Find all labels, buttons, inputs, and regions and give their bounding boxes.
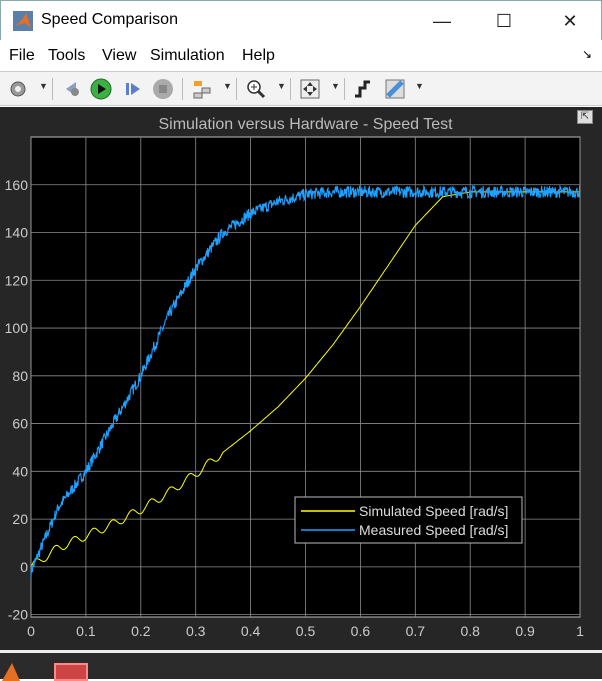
simulink-app-icon[interactable] xyxy=(54,663,88,681)
matlab-logo-icon xyxy=(13,11,33,31)
y-tick-label: 20 xyxy=(12,511,28,527)
chevron-down-icon[interactable]: ▼ xyxy=(223,81,232,91)
divider xyxy=(290,78,291,100)
scope-chart: Simulation versus Hardware - Speed Test 0… xyxy=(5,116,584,639)
divider xyxy=(182,78,183,100)
x-tick-label: 1 xyxy=(576,623,584,639)
run-icon[interactable] xyxy=(89,77,113,101)
y-tick-label: 80 xyxy=(12,368,28,384)
triggers-icon[interactable] xyxy=(350,77,374,101)
y-tick-label: 120 xyxy=(5,272,29,288)
stop-icon[interactable] xyxy=(151,77,175,101)
divider xyxy=(236,78,237,100)
y-tick-label: 60 xyxy=(12,416,28,432)
y-tick-label: 100 xyxy=(5,320,29,336)
y-tick-label: 0 xyxy=(20,559,28,575)
x-tick-label: 0.5 xyxy=(296,623,316,639)
y-tick-label: -20 xyxy=(8,607,28,623)
maximize-button[interactable]: ☐ xyxy=(481,1,527,41)
chevron-down-icon[interactable]: ▼ xyxy=(39,81,48,91)
chart-title: Simulation versus Hardware - Speed Test xyxy=(158,116,453,133)
menu-help[interactable]: Help xyxy=(242,47,275,65)
step-forward-icon[interactable] xyxy=(121,77,145,101)
minimize-button[interactable]: — xyxy=(419,1,465,41)
menu-view[interactable]: View xyxy=(102,47,136,65)
x-tick-label: 0.3 xyxy=(186,623,206,639)
chevron-down-icon[interactable]: ▼ xyxy=(277,81,286,91)
x-tick-label: 0.8 xyxy=(460,623,480,639)
chevron-down-icon[interactable]: ▼ xyxy=(331,81,340,91)
x-tick-label: 0.4 xyxy=(241,623,261,639)
x-tick-label: 0 xyxy=(27,623,35,639)
x-tick-label: 0.6 xyxy=(351,623,371,639)
measurements-icon[interactable] xyxy=(383,77,407,101)
y-tick-label: 160 xyxy=(5,177,29,193)
close-button[interactable]: ✕ xyxy=(547,1,593,41)
menu-simulation[interactable]: Simulation xyxy=(150,47,225,65)
gear-icon[interactable] xyxy=(6,77,30,101)
toolbar: ▼ ▼ ▼ ▼ ▼ xyxy=(0,72,602,106)
divider xyxy=(52,78,53,100)
menu-file[interactable]: File xyxy=(9,47,35,65)
x-tick-label: 0.1 xyxy=(76,623,96,639)
scope-panel: Simulation versus Hardware - Speed Test 0… xyxy=(0,107,602,652)
menu-tools[interactable]: Tools xyxy=(48,47,85,65)
window-title: Speed Comparison xyxy=(41,11,178,28)
menu-bar: File Tools View Simulation Help ↘ xyxy=(0,40,602,72)
undock-icon[interactable]: ⇱ xyxy=(577,110,593,124)
x-tick-label: 0.7 xyxy=(406,623,426,639)
x-tick-label: 0.2 xyxy=(131,623,151,639)
y-tick-label: 140 xyxy=(5,225,29,241)
signal-selector-icon[interactable] xyxy=(190,77,214,101)
dock-arrow-icon[interactable]: ↘ xyxy=(582,47,592,61)
divider xyxy=(344,78,345,100)
zoom-in-icon[interactable] xyxy=(244,77,268,101)
taskbar xyxy=(0,650,602,681)
x-tick-label: 0.9 xyxy=(515,623,535,639)
matlab-logo-icon xyxy=(2,663,20,681)
step-back-icon[interactable] xyxy=(60,77,84,101)
legend-label: Measured Speed [rad/s] xyxy=(359,522,508,538)
chevron-down-icon[interactable]: ▼ xyxy=(415,81,424,91)
legend-label: Simulated Speed [rad/s] xyxy=(359,503,508,519)
y-tick-label: 40 xyxy=(12,463,28,479)
fit-view-icon[interactable] xyxy=(298,77,322,101)
title-bar: Speed Comparison — ☐ ✕ xyxy=(0,0,602,40)
